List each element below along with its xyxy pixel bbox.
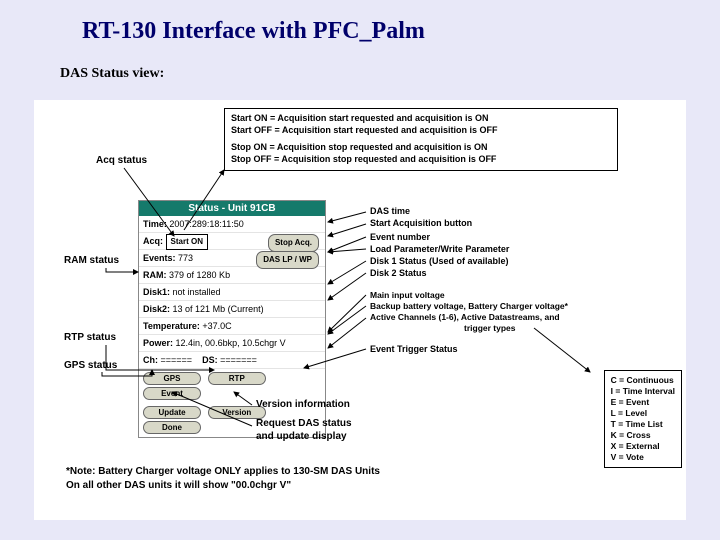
footnote: *Note: Battery Charger voltage ONLY appl… <box>66 465 380 492</box>
update-display-text: and update display <box>256 430 352 443</box>
legend-time-list: T = Time List <box>611 419 675 430</box>
page-subtitle: DAS Status view: <box>60 66 164 82</box>
row-disk2: Disk2: 13 of 121 Mb (Current) <box>139 301 325 318</box>
request-das-text: Request DAS status <box>256 417 352 430</box>
rtp-status-label: RTP status <box>64 332 116 343</box>
disk1-value: not installed <box>173 287 221 297</box>
temperature-label: Temperature: <box>143 321 200 331</box>
time-label: Time: <box>143 219 167 229</box>
ch-label: Ch: <box>143 355 158 365</box>
event-button[interactable]: Event <box>143 387 201 400</box>
active-channels-label: Active Channels (1-6), Active Datastream… <box>370 312 560 323</box>
def-start-off: Start OFF = Acquisition start requested … <box>231 125 611 137</box>
time-value: 2007:289:18:11:50 <box>169 219 243 229</box>
row-disk1: Disk1: not installed <box>139 284 325 301</box>
gps-status-label: GPS status <box>64 360 117 371</box>
row-ch-ds: Ch: ====== DS: ======= <box>139 352 325 369</box>
row-temperature: Temperature: +37.0C <box>139 318 325 335</box>
disk2-value: 13 of 121 Mb (Current) <box>173 304 264 314</box>
rtp-button[interactable]: RTP <box>208 372 266 385</box>
legend-event: E = Event <box>611 397 675 408</box>
row-acq: Acq: Start ON Stop Acq. <box>139 233 325 250</box>
page-title: RT-130 Interface with PFC_Palm <box>82 18 425 45</box>
power-label: Power: <box>143 338 173 348</box>
disk1-label: Disk1: <box>143 287 170 297</box>
gps-button[interactable]: GPS <box>143 372 201 385</box>
def-stop-on: Stop ON = Acquisition stop requested and… <box>231 142 611 154</box>
lp-wp-label: Load Parameter/Write Parameter <box>370 244 509 255</box>
row-power: Power: 12.4in, 00.6bkp, 10.5chgr V <box>139 335 325 352</box>
def-stop-off: Stop OFF = Acquisition stop requested an… <box>231 154 611 166</box>
done-button[interactable]: Done <box>143 421 201 434</box>
power-value: 12.4in, 00.6bkp, 10.5chgr V <box>176 338 286 348</box>
diagram-canvas: Start ON = Acquisition start requested a… <box>34 100 686 520</box>
ds-value: ======= <box>220 355 257 365</box>
acq-status-label: Acq status <box>96 155 147 166</box>
temperature-value: +37.0C <box>202 321 231 331</box>
legend-level: L = Level <box>611 408 675 419</box>
acq-label: Acq: <box>143 236 163 246</box>
event-number-label: Event number <box>370 232 430 243</box>
event-trigger-status-label: Event Trigger Status <box>370 344 458 355</box>
disk2-label: Disk2: <box>143 304 170 314</box>
ram-status-label: RAM status <box>64 255 119 266</box>
das-time-label: DAS time <box>370 206 410 217</box>
palm-window-title: Status - Unit 91CB <box>139 201 325 216</box>
disk1-status-label: Disk 1 Status (Used of available) <box>370 256 509 267</box>
row-ram: RAM: 379 of 1280 Kb <box>139 267 325 284</box>
ds-label: DS: <box>202 355 218 365</box>
footnote-line1: *Note: Battery Charger voltage ONLY appl… <box>66 465 380 479</box>
acq-definitions-box: Start ON = Acquisition start requested a… <box>224 108 618 171</box>
ram-label: RAM: <box>143 270 167 280</box>
ram-value: 379 of 1280 Kb <box>169 270 230 280</box>
row-events: Events: 773 DAS LP / WP <box>139 250 325 267</box>
disk2-status-label: Disk 2 Status <box>370 268 427 279</box>
trigger-type-legend: C = Continuous I = Time Interval E = Eve… <box>604 370 682 468</box>
legend-time-interval: I = Time Interval <box>611 386 675 397</box>
start-acq-label: Start Acquisition button <box>370 218 472 229</box>
def-start-on: Start ON = Acquisition start requested a… <box>231 113 611 125</box>
start-on-indicator: Start ON <box>166 234 208 250</box>
ch-value: ====== <box>161 355 193 365</box>
legend-continuous: C = Continuous <box>611 375 675 386</box>
trigger-types-label: trigger types <box>464 323 516 334</box>
update-button[interactable]: Update <box>143 406 201 419</box>
legend-vote: V = Vote <box>611 452 675 463</box>
events-label: Events: <box>143 253 176 263</box>
legend-cross: K = Cross <box>611 430 675 441</box>
row-time: Time: 2007:289:18:11:50 <box>139 216 325 233</box>
footnote-line2: On all other DAS units it will show "00.… <box>66 479 380 493</box>
backup-voltage-label: Backup battery voltage, Battery Charger … <box>370 301 568 312</box>
version-request-label: Version information Request DAS status a… <box>256 398 352 443</box>
legend-external: X = External <box>611 441 675 452</box>
main-voltage-label: Main input voltage <box>370 290 445 301</box>
events-value: 773 <box>178 253 193 263</box>
version-info-text: Version information <box>256 398 352 411</box>
